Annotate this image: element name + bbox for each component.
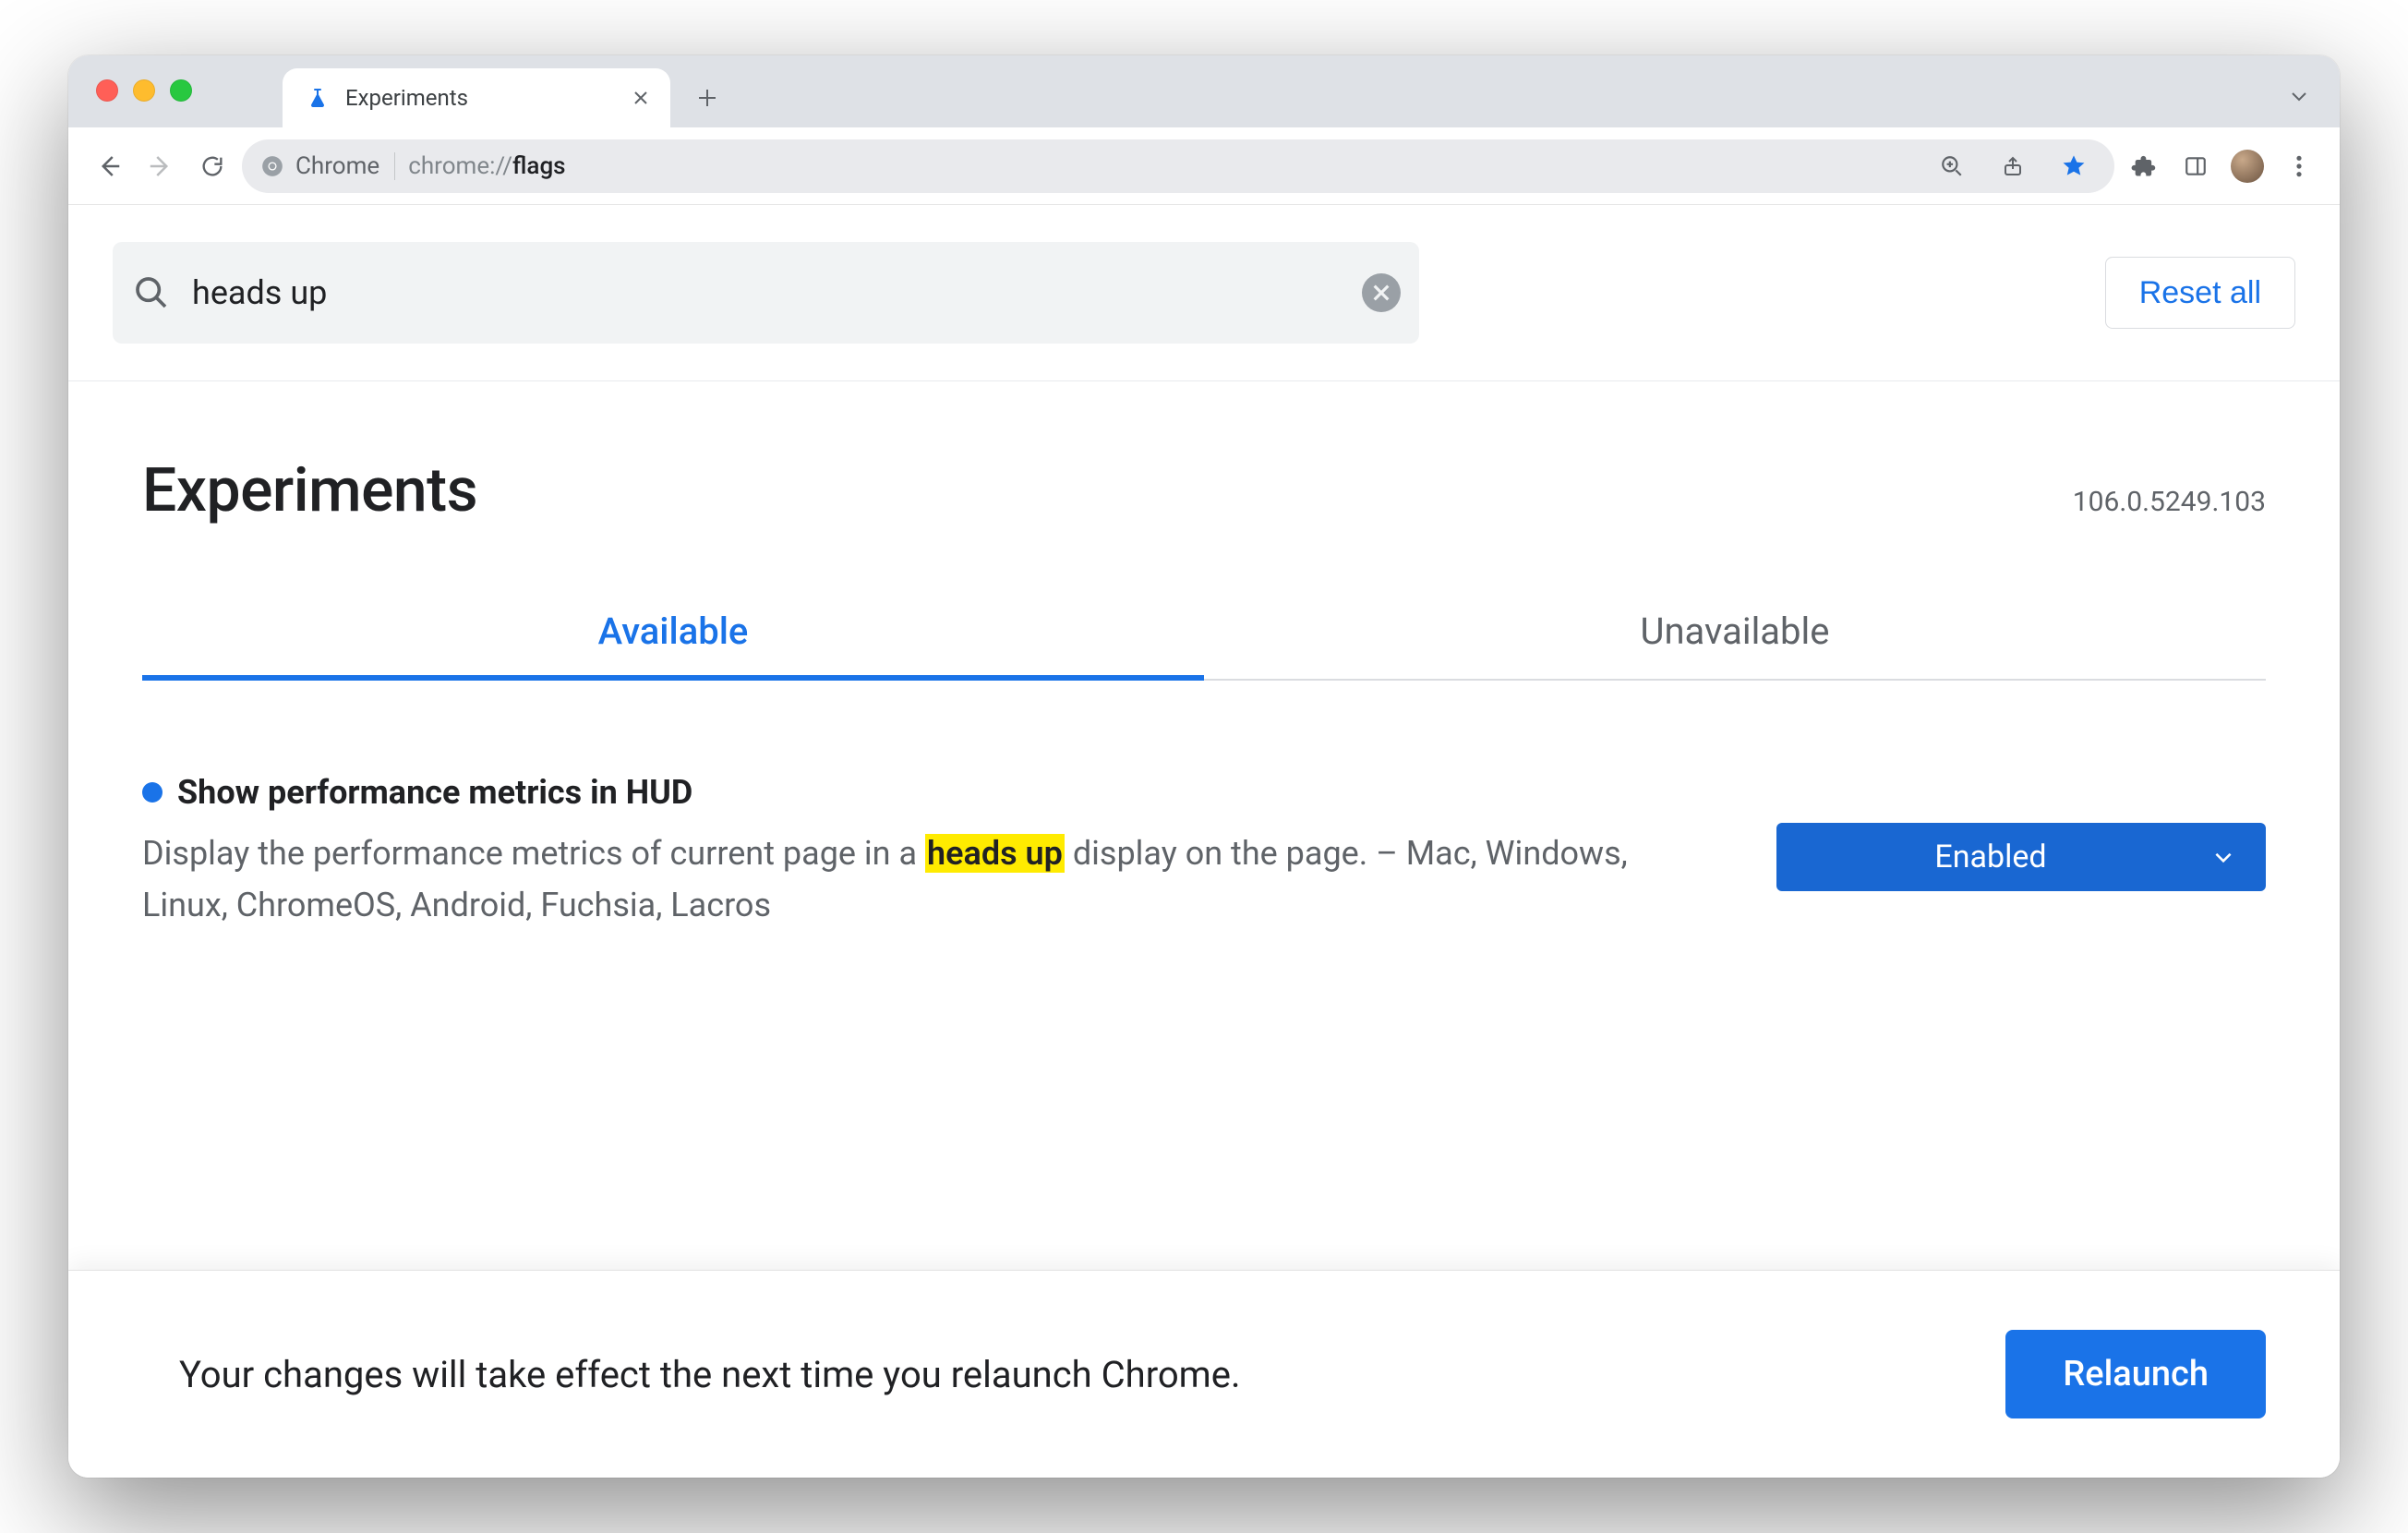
tab-available-label: Available xyxy=(598,610,749,653)
omnibox-url: chrome://flags xyxy=(408,152,565,180)
toolbar: Chrome chrome://flags xyxy=(68,127,2340,205)
new-tab-button[interactable] xyxy=(685,76,729,120)
traffic-lights xyxy=(96,79,192,102)
avatar-icon xyxy=(2231,150,2264,183)
page-title: Experiments xyxy=(142,455,477,526)
chrome-icon xyxy=(260,154,284,178)
tab-overflow-icon[interactable] xyxy=(2277,74,2321,118)
tab-title: Experiments xyxy=(345,85,468,111)
site-chip[interactable]: Chrome xyxy=(260,152,395,180)
tabs: Available Unavailable xyxy=(142,610,2266,681)
flag-text: Show performance metrics in HUD Display … xyxy=(142,773,1721,932)
flag-state-value: Enabled xyxy=(1776,839,2205,875)
tab-available[interactable]: Available xyxy=(142,610,1204,681)
flask-icon xyxy=(305,85,331,111)
clear-search-icon[interactable] xyxy=(1362,273,1401,312)
flag-description: Display the performance metrics of curre… xyxy=(142,828,1721,932)
relaunch-bar: Your changes will take effect the next t… xyxy=(68,1270,2340,1478)
window-zoom-button[interactable] xyxy=(170,79,192,102)
nav-back-button[interactable] xyxy=(87,144,131,188)
omnibox[interactable]: Chrome chrome://flags xyxy=(242,139,2114,193)
flag-desc-pre: Display the performance metrics of curre… xyxy=(142,834,925,873)
url-path: flags xyxy=(512,152,566,180)
tab-experiments[interactable]: Experiments xyxy=(283,68,670,127)
flag-title: Show performance metrics in HUD xyxy=(177,773,692,812)
side-panel-icon[interactable] xyxy=(2173,144,2218,188)
profile-avatar[interactable] xyxy=(2225,144,2270,188)
site-chip-label: Chrome xyxy=(295,152,379,180)
tab-unavailable-label: Unavailable xyxy=(1641,610,1830,653)
reset-all-label: Reset all xyxy=(2139,275,2261,311)
tab-strip: Experiments xyxy=(283,55,2321,127)
zoom-in-icon[interactable] xyxy=(1930,144,1974,188)
window-close-button[interactable] xyxy=(96,79,118,102)
flag-row: Show performance metrics in HUD Display … xyxy=(142,773,2266,932)
extensions-icon[interactable] xyxy=(2122,144,2166,188)
nav-reload-button[interactable] xyxy=(190,144,235,188)
search-icon xyxy=(133,274,170,311)
url-prefix: chrome:// xyxy=(408,152,512,180)
reset-all-button[interactable]: Reset all xyxy=(2105,257,2295,329)
browser-window: Experiments xyxy=(68,55,2340,1478)
relaunch-message: Your changes will take effect the next t… xyxy=(179,1353,1241,1396)
flags-list: Show performance metrics in HUD Display … xyxy=(68,681,2340,932)
bookmark-star-icon[interactable] xyxy=(2052,144,2096,188)
tab-unavailable[interactable]: Unavailable xyxy=(1204,610,2266,681)
window-minimize-button[interactable] xyxy=(133,79,155,102)
tab-close-icon[interactable] xyxy=(628,85,654,111)
flag-state-select[interactable]: Enabled xyxy=(1776,823,2266,891)
page-content: Reset all Experiments 106.0.5249.103 Ava… xyxy=(68,205,2340,1478)
search-input[interactable] xyxy=(190,272,1342,313)
relaunch-label: Relaunch xyxy=(2063,1354,2209,1394)
nav-forward-button[interactable] xyxy=(138,144,183,188)
modified-dot-icon xyxy=(142,782,163,803)
relaunch-button[interactable]: Relaunch xyxy=(2005,1330,2266,1418)
search-field[interactable] xyxy=(113,242,1419,344)
search-row: Reset all xyxy=(68,205,2340,381)
flag-desc-highlight: heads up xyxy=(925,834,1065,873)
version-label: 106.0.5249.103 xyxy=(2073,486,2266,518)
share-icon[interactable] xyxy=(1991,144,2035,188)
header-row: Experiments 106.0.5249.103 xyxy=(68,381,2340,526)
kebab-menu-icon[interactable] xyxy=(2277,144,2321,188)
title-bar: Experiments xyxy=(68,55,2340,127)
chevron-down-icon xyxy=(2205,845,2242,869)
